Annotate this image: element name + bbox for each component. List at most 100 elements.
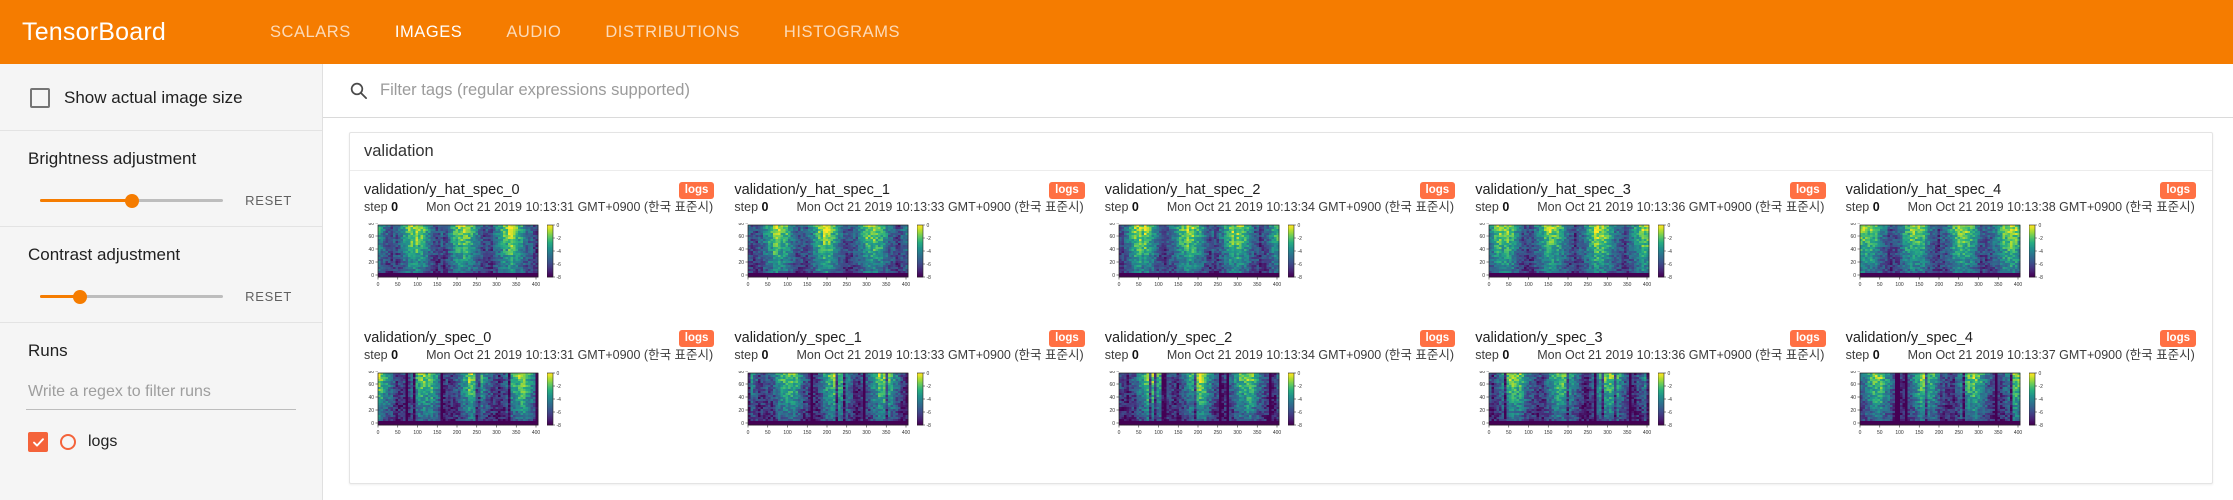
tag-filter-bar: Filter tags (regular expressions support… — [323, 64, 2233, 118]
image-card[interactable]: validation/y_hat_spec_2 step 0 Mon Oct 21 … — [1097, 177, 1467, 325]
image-card[interactable]: validation/y_hat_spec_1 step 0 Mon Oct 21 … — [726, 177, 1096, 325]
image-card-meta: step 0 Mon Oct 21 2019 10:13:38 GMT+0900 … — [1846, 199, 2195, 215]
contrast-slider-thumb[interactable] — [73, 289, 88, 304]
image-card-tag: validation/y_spec_0 — [364, 330, 492, 346]
image-card[interactable]: validation/y_hat_spec_4 step 0 Mon Oct 21 … — [1838, 177, 2208, 325]
tab-distributions[interactable]: DISTRIBUTIONS — [583, 0, 762, 64]
svg-text:60: 60 — [368, 234, 374, 240]
run-badge: logs — [678, 330, 715, 347]
image-card-titles: validation/y_spec_0 step 0 Mon Oct 21 2019… — [364, 329, 713, 363]
show-actual-image-size-label: Show actual image size — [64, 88, 243, 107]
spectrogram-image[interactable]: 0 50 100 150 200 250 300 350 400 0 20 40 60 80 — [734, 223, 912, 291]
image-card-meta: step 0 Mon Oct 21 2019 10:13:36 GMT+0900 … — [1475, 347, 1824, 363]
spectrogram-image[interactable]: 0 50 100 150 200 250 300 350 400 0 20 40 60 80 — [1105, 371, 1283, 439]
image-card[interactable]: validation/y_spec_4 step 0 Mon Oct 21 2019… — [1838, 325, 2208, 473]
contrast-slider[interactable] — [40, 288, 224, 306]
image-card-meta: step 0 Mon Oct 21 2019 10:13:37 GMT+0900 … — [1846, 347, 2195, 363]
brightness-slider-fill — [40, 198, 132, 202]
image-card[interactable]: validation/y_spec_1 step 0 Mon Oct 21 2019… — [726, 325, 1096, 473]
image-card[interactable]: validation/y_spec_0 step 0 Mon Oct 21 2019… — [356, 325, 726, 473]
spectrogram-wrap: 0 50 100 150 200 250 300 350 400 0 20 40 60 80 0 -2 -4 -6… — [1105, 223, 1455, 291]
image-card-tag: validation/y_hat_spec_1 — [734, 182, 890, 198]
spectrogram-image[interactable]: 0 50 100 150 200 250 300 350 400 0 20 40 60 80 — [364, 371, 542, 439]
svg-text:0: 0 — [927, 223, 930, 229]
spectrogram-image[interactable]: 0 50 100 150 200 250 300 350 400 0 20 40 60 80 — [1475, 371, 1653, 439]
app-body: Show actual image size Brightness adjust… — [0, 64, 2233, 500]
brightness-reset-button[interactable]: RESET — [241, 191, 296, 210]
run-badge: logs — [1049, 330, 1085, 347]
image-card-step: step 0 — [734, 199, 768, 215]
image-card[interactable]: validation/y_hat_spec_0 step 0 Mon Oct 21 … — [356, 177, 726, 325]
step-value: 0 — [391, 348, 399, 362]
spectrogram-image[interactable]: 0 50 100 150 200 250 300 350 400 0 20 40 60 80 — [1846, 371, 2024, 439]
step-value: 0 — [1131, 348, 1139, 362]
spectrogram-image[interactable]: 0 50 100 150 200 250 300 350 400 0 20 40 60 80 — [1475, 223, 1653, 291]
svg-text:250: 250 — [843, 282, 852, 288]
svg-text:-8: -8 — [557, 275, 562, 281]
svg-text:40: 40 — [368, 247, 374, 253]
svg-text:150: 150 — [803, 282, 812, 288]
sidebar: Show actual image size Brightness adjust… — [0, 64, 323, 500]
image-card-titles: validation/y_hat_spec_0 step 0 Mon Oct 21 … — [364, 181, 713, 215]
svg-text:0: 0 — [377, 282, 380, 288]
image-card[interactable]: validation/y_spec_3 step 0 Mon Oct 21 2019… — [1467, 325, 1837, 473]
step-label: step — [1475, 200, 1499, 214]
spectrogram-wrap: 0 50 100 150 200 250 300 350 400 0 20 40 60 80 0 -2 -4 -6… — [1475, 371, 1825, 439]
image-card-grid: validation/y_hat_spec_0 step 0 Mon Oct 21 … — [350, 171, 2212, 473]
run-badge: logs — [1049, 182, 1085, 199]
image-card[interactable]: validation/y_hat_spec_3 step 0 Mon Oct 21 … — [1467, 177, 1837, 325]
show-actual-image-size-row[interactable]: Show actual image size — [26, 80, 296, 114]
step-value: 0 — [761, 348, 769, 362]
image-card[interactable]: validation/y_spec_2 step 0 Mon Oct 21 2019… — [1097, 325, 1467, 473]
image-card-meta: step 0 Mon Oct 21 2019 10:13:31 GMT+0900 … — [364, 199, 713, 215]
runs-filter-input[interactable] — [26, 379, 296, 410]
spectrogram-wrap: 0 50 100 150 200 250 300 350 400 0 20 40 60 80 0 -2 -4 -6… — [364, 223, 714, 291]
tab-scalars[interactable]: SCALARS — [248, 0, 373, 64]
image-card-meta: step 0 Mon Oct 21 2019 10:13:34 GMT+0900 … — [1105, 199, 1454, 215]
run-label-logs: logs — [88, 433, 118, 450]
image-card-header: validation/y_hat_spec_2 step 0 Mon Oct 21 … — [1105, 181, 1456, 215]
image-card-tag: validation/y_spec_3 — [1475, 330, 1603, 346]
image-card-meta: step 0 Mon Oct 21 2019 10:13:31 GMT+0900 … — [364, 347, 713, 363]
step-value: 0 — [391, 200, 399, 214]
brightness-slider-thumb[interactable] — [124, 193, 139, 208]
tab-images[interactable]: IMAGES — [373, 0, 484, 64]
image-card-titles: validation/y_spec_4 step 0 Mon Oct 21 2019… — [1846, 329, 2195, 363]
spectrogram-image[interactable]: 0 50 100 150 200 250 300 350 400 0 20 40 60 80 — [734, 371, 912, 439]
image-card-step: step 0 — [1105, 199, 1139, 215]
image-card-meta: step 0 Mon Oct 21 2019 10:13:36 GMT+0900 … — [1475, 199, 1824, 215]
svg-text:-6: -6 — [557, 262, 562, 268]
image-card-timestamp: Mon Oct 21 2019 10:13:33 GMT+0900 (한국 표준… — [796, 348, 1084, 362]
spectrogram-image[interactable]: 0 50 100 150 200 250 300 350 400 0 20 40 60 80 — [1105, 223, 1283, 291]
spectrogram-wrap: 0 50 100 150 200 250 300 350 400 0 20 40 60 80 0 -2 -4 -6… — [1846, 371, 2196, 439]
runs-title: Runs — [28, 341, 68, 360]
image-card-titles: validation/y_spec_2 step 0 Mon Oct 21 2019… — [1105, 329, 1454, 363]
spectrogram-wrap: 0 50 100 150 200 250 300 350 400 0 20 40 60 80 0 -2 -4 -6… — [1846, 223, 2196, 291]
image-card-timestamp: Mon Oct 21 2019 10:13:37 GMT+0900 (한국 표준… — [1907, 348, 2195, 362]
run-item-logs[interactable]: logs — [26, 432, 296, 452]
image-card-meta: step 0 Mon Oct 21 2019 10:13:34 GMT+0900 … — [1105, 347, 1454, 363]
run-badge: logs — [678, 182, 715, 199]
show-actual-image-size-checkbox[interactable] — [30, 88, 50, 108]
run-checkbox-logs[interactable] — [28, 432, 48, 452]
brightness-slider[interactable] — [40, 192, 224, 210]
spectrogram-colorbar: 0 -2 -4 -6 -8 — [547, 371, 569, 439]
step-value: 0 — [761, 200, 769, 214]
tag-filter-input[interactable]: Filter tags (regular expressions support… — [380, 81, 690, 100]
spectrogram-image[interactable]: 0 50 100 150 200 250 300 350 400 0 20 40 60 80 — [364, 223, 542, 291]
image-card-titles: validation/y_spec_3 step 0 Mon Oct 21 2019… — [1475, 329, 1824, 363]
image-card-step: step 0 — [1475, 199, 1509, 215]
tag-group-title[interactable]: validation — [350, 133, 2212, 171]
run-badge: logs — [1419, 182, 1456, 199]
tab-audio[interactable]: AUDIO — [484, 0, 583, 64]
tab-histograms[interactable]: HISTOGRAMS — [762, 0, 922, 64]
contrast-reset-button[interactable]: RESET — [241, 287, 296, 306]
brightness-control-row: RESET — [26, 191, 296, 210]
image-card-header: validation/y_spec_0 step 0 Mon Oct 21 2019… — [364, 329, 715, 363]
image-card-timestamp: Mon Oct 21 2019 10:13:34 GMT+0900 (한국 표준… — [1166, 200, 1455, 214]
image-card-titles: validation/y_spec_1 step 0 Mon Oct 21 2019… — [734, 329, 1083, 363]
step-label: step — [1104, 200, 1129, 214]
run-badge: logs — [2160, 182, 2196, 199]
image-card-tag: validation/y_hat_spec_4 — [1845, 182, 2002, 198]
spectrogram-image[interactable]: 0 50 100 150 200 250 300 350 400 0 20 40 60 80 — [1846, 223, 2024, 291]
